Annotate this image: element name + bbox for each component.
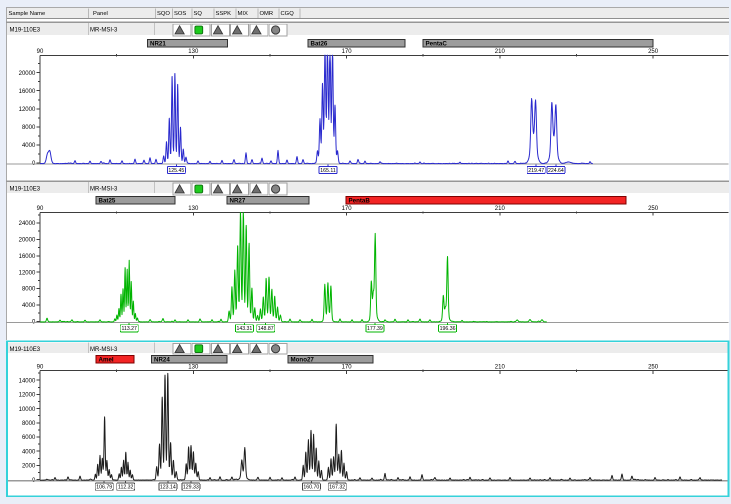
svg-text:170: 170 [342, 206, 353, 212]
svg-text:M19-110E3: M19-110E3 [10, 347, 41, 353]
svg-text:148.87: 148.87 [258, 326, 274, 332]
svg-text:SSPK: SSPK [216, 11, 232, 17]
svg-text:SQ: SQ [194, 11, 203, 17]
svg-text:Amel: Amel [99, 357, 114, 364]
svg-text:4000: 4000 [22, 143, 36, 149]
svg-text:MR-MSI-3: MR-MSI-3 [90, 186, 118, 192]
svg-text:10000: 10000 [19, 407, 36, 413]
svg-text:MR-MSI-3: MR-MSI-3 [90, 27, 118, 33]
svg-text:8000: 8000 [22, 125, 36, 131]
svg-text:90: 90 [37, 364, 44, 370]
svg-text:CGQ: CGQ [281, 11, 295, 17]
svg-text:130: 130 [188, 49, 199, 55]
svg-text:125.45: 125.45 [168, 168, 184, 174]
svg-text:12000: 12000 [19, 107, 36, 113]
svg-text:167.32: 167.32 [329, 485, 345, 491]
svg-text:NR24: NR24 [154, 357, 170, 364]
svg-text:210: 210 [495, 364, 506, 370]
svg-text:113.27: 113.27 [121, 326, 137, 332]
svg-text:M19-110E3: M19-110E3 [10, 27, 41, 33]
svg-text:24000: 24000 [19, 221, 36, 227]
svg-text:2000: 2000 [22, 464, 36, 470]
svg-text:PentaB: PentaB [349, 198, 371, 205]
svg-text:MR-MSI-3: MR-MSI-3 [90, 347, 118, 353]
svg-text:6000: 6000 [22, 435, 36, 441]
svg-text:160.70: 160.70 [303, 485, 319, 491]
svg-text:8000: 8000 [22, 287, 36, 293]
svg-text:14000: 14000 [19, 378, 36, 384]
svg-text:Mono27: Mono27 [291, 357, 315, 364]
svg-text:4000: 4000 [22, 303, 36, 309]
svg-text:250: 250 [648, 49, 659, 55]
svg-text:210: 210 [495, 206, 506, 212]
svg-text:143.31: 143.31 [236, 326, 252, 332]
svg-text:PentaC: PentaC [426, 41, 448, 48]
svg-text:196.36: 196.36 [440, 326, 456, 332]
svg-text:OMR: OMR [260, 11, 274, 17]
svg-text:250: 250 [648, 206, 659, 212]
svg-text:123.14: 123.14 [160, 485, 176, 491]
svg-text:8000: 8000 [22, 421, 36, 427]
svg-text:NR21: NR21 [150, 41, 166, 48]
svg-text:177.39: 177.39 [367, 326, 383, 332]
svg-text:106.79: 106.79 [96, 485, 112, 491]
svg-text:M19-110E3: M19-110E3 [10, 186, 41, 192]
svg-text:165.11: 165.11 [320, 168, 336, 174]
svg-text:4000: 4000 [22, 449, 36, 455]
svg-text:16000: 16000 [19, 254, 36, 260]
svg-text:170: 170 [342, 49, 353, 55]
svg-text:SOS: SOS [174, 11, 186, 17]
svg-text:112.32: 112.32 [118, 485, 134, 491]
svg-text:Bat25: Bat25 [99, 198, 116, 205]
svg-text:12000: 12000 [19, 393, 36, 399]
svg-text:SQO: SQO [157, 11, 170, 17]
svg-text:90: 90 [37, 206, 44, 212]
svg-text:Panel: Panel [93, 11, 108, 17]
svg-text:NR27: NR27 [230, 198, 246, 205]
svg-text:12000: 12000 [19, 270, 36, 276]
svg-text:250: 250 [648, 364, 659, 370]
svg-text:Bat26: Bat26 [311, 41, 328, 48]
svg-text:130: 130 [188, 206, 199, 212]
svg-text:MIX: MIX [238, 11, 248, 17]
svg-text:224.64: 224.64 [548, 168, 564, 174]
svg-text:20000: 20000 [19, 71, 36, 77]
svg-text:16000: 16000 [19, 89, 36, 95]
svg-text:Sample Name: Sample Name [9, 11, 46, 17]
svg-text:130: 130 [188, 364, 199, 370]
svg-text:210: 210 [495, 49, 506, 55]
svg-text:20000: 20000 [19, 238, 36, 244]
svg-text:170: 170 [342, 364, 353, 370]
svg-text:129.33: 129.33 [183, 485, 199, 491]
svg-text:90: 90 [37, 49, 44, 55]
svg-text:219.47: 219.47 [528, 168, 544, 174]
